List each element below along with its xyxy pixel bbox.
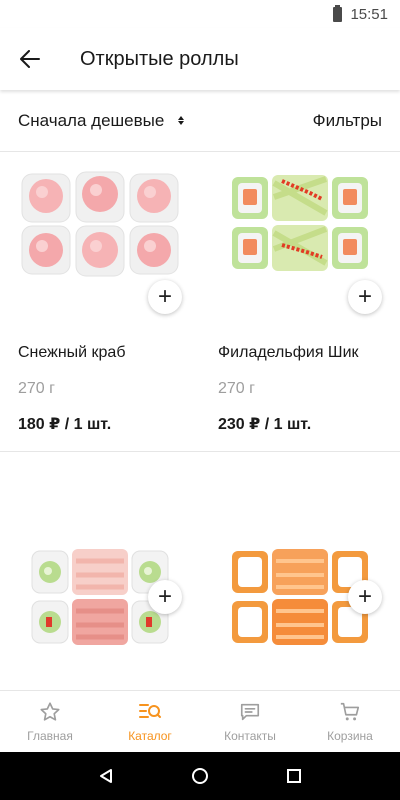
sort-arrows-icon	[178, 116, 185, 125]
back-triangle-icon[interactable]	[98, 768, 114, 784]
product-card[interactable]: + Филадельфия Шик 270 г 230 ₽ / 1 шт.	[200, 152, 400, 451]
cart-icon	[340, 702, 360, 720]
sort-dropdown[interactable]: Сначала дешевые	[18, 110, 185, 131]
product-price: 230 ₽ / 1 шт.	[218, 416, 312, 433]
product-grid: + Снежный краб 270 г 180 ₽ / 1 шт. + Фил…	[0, 152, 400, 690]
catalog-icon	[139, 703, 161, 718]
add-to-cart-button[interactable]: +	[348, 580, 382, 614]
product-weight: 270 г	[218, 380, 255, 397]
chat-icon	[240, 703, 260, 720]
nav-item-home[interactable]: Главная	[0, 691, 100, 752]
nav-item-label: Корзина	[327, 728, 373, 743]
nav-item-label: Каталог	[128, 728, 172, 743]
product-row: + +	[0, 452, 400, 690]
add-to-cart-button[interactable]: +	[148, 580, 182, 614]
arrow-left-icon	[20, 50, 40, 68]
filters-button[interactable]: Фильтры	[313, 111, 382, 131]
battery-icon	[333, 4, 343, 22]
back-button[interactable]	[0, 28, 60, 90]
nav-item-catalog[interactable]: Каталог	[100, 691, 200, 752]
nav-item-label: Контакты	[224, 728, 276, 743]
recents-square-icon[interactable]	[286, 768, 302, 784]
nav-item-label: Главная	[27, 728, 73, 743]
product-card[interactable]: + Снежный краб 270 г 180 ₽ / 1 шт.	[0, 152, 200, 451]
product-card[interactable]: +	[200, 452, 400, 690]
status-bar: 15:51	[0, 0, 400, 28]
status-time: 15:51	[350, 5, 388, 23]
nav-item-cart[interactable]: Корзина	[300, 691, 400, 752]
add-to-cart-button[interactable]: +	[148, 280, 182, 314]
product-name: Снежный краб	[18, 344, 126, 361]
product-image	[218, 158, 382, 288]
add-to-cart-button[interactable]: +	[348, 280, 382, 314]
product-weight: 270 г	[18, 380, 55, 397]
product-image	[18, 158, 182, 288]
product-price: 180 ₽ / 1 шт.	[18, 416, 112, 433]
sort-filter-bar: Сначала дешевые Фильтры	[0, 90, 400, 152]
bottom-navigation: Главная Каталог Контакты Корзина	[0, 690, 400, 752]
sort-label: Сначала дешевые	[18, 110, 165, 130]
product-row: + Снежный краб 270 г 180 ₽ / 1 шт. + Фил…	[0, 152, 400, 452]
nav-item-contacts[interactable]: Контакты	[200, 691, 300, 752]
system-navigation-bar	[0, 752, 400, 800]
app-header: Открытые роллы	[0, 28, 400, 90]
home-circle-icon[interactable]	[191, 767, 209, 785]
star-icon	[40, 701, 60, 721]
product-card[interactable]: +	[0, 452, 200, 690]
page-title: Открытые роллы	[80, 47, 239, 70]
product-name: Филадельфия Шик	[218, 344, 359, 361]
